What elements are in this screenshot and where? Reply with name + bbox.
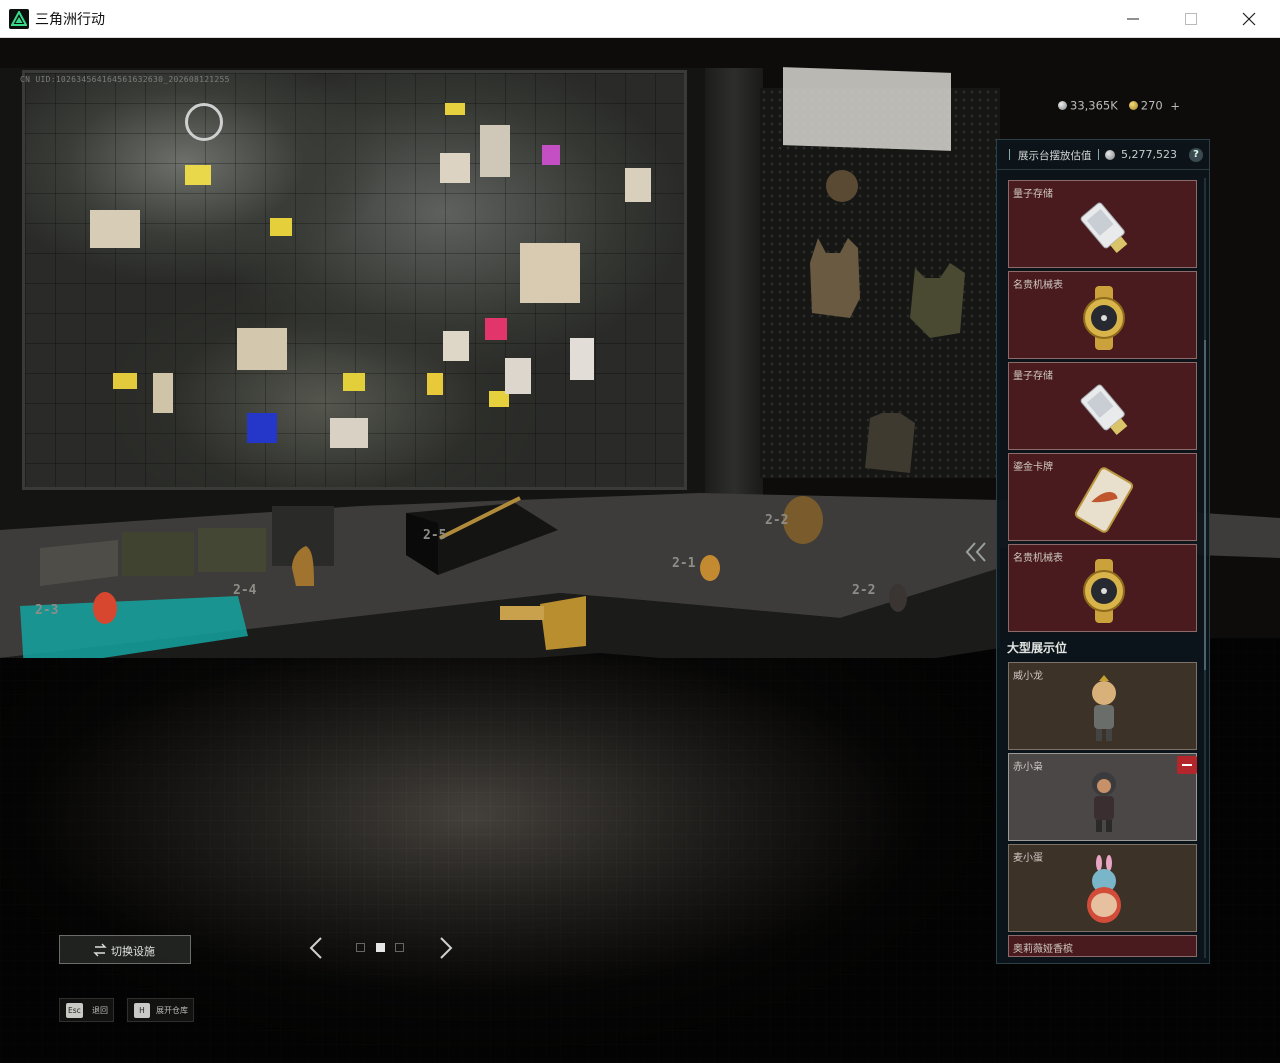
add-currency-button[interactable]: + — [1170, 99, 1180, 113]
minimize-button[interactable] — [1104, 0, 1162, 38]
scrollbar-thumb[interactable] — [1204, 340, 1206, 670]
sticky-note — [113, 373, 137, 389]
window-title: 三角洲行动 — [35, 12, 105, 28]
collapse-panel-icon[interactable] — [962, 538, 990, 566]
pillar — [705, 68, 763, 508]
switch-facility-button[interactable]: 切换设施 — [59, 935, 191, 964]
next-page-button[interactable] — [436, 936, 456, 960]
figure-icon — [1069, 673, 1139, 745]
panel-header: 展示台摆放估值 5,277,523 ? — [997, 140, 1209, 170]
table-slot-label: 2-2 — [765, 513, 789, 528]
usb-drive-icon — [1069, 191, 1139, 263]
chevron-left-icon — [309, 937, 322, 959]
table-slot-label: 2-2 — [852, 583, 876, 598]
sticky-note — [445, 103, 465, 115]
map-photo — [570, 338, 594, 380]
map-photo — [237, 328, 287, 370]
silver-coin-icon — [1105, 150, 1115, 160]
table-slot-label: 2-1 — [672, 556, 696, 571]
slot-name: 名贵机械表 — [1013, 553, 1063, 564]
map-board[interactable] — [22, 70, 687, 490]
panel-title: 展示台摆放估值 — [1018, 150, 1092, 162]
window-title-bar: 三角洲行动 — [0, 0, 1280, 38]
usb-drive-icon — [1069, 373, 1139, 445]
gold-card-icon — [1069, 464, 1139, 536]
display-slot[interactable]: 名贵机械表 — [1008, 544, 1197, 632]
slot-name: 量子存储 — [1013, 371, 1053, 382]
large-display-slot[interactable]: 奥莉薇娅香槟 — [1008, 935, 1197, 957]
chevron-right-icon — [440, 937, 453, 959]
gold-watch-icon — [1069, 555, 1139, 627]
sticky-note — [247, 413, 277, 443]
map-photo — [520, 243, 580, 303]
table-slot-label: 2-5 — [423, 528, 447, 543]
key-cap: H — [134, 1003, 150, 1018]
poster — [783, 67, 951, 151]
map-marker-icon — [185, 103, 223, 141]
page-indicator[interactable] — [356, 943, 365, 952]
sticky-note — [343, 373, 365, 391]
large-display-slot[interactable]: 赤小枭 — [1008, 753, 1197, 841]
key-cap: Esc — [66, 1003, 83, 1018]
figure-egg-icon — [1069, 855, 1139, 927]
app-logo-icon — [9, 9, 29, 29]
slot-name: 名贵机械表 — [1013, 280, 1063, 291]
map-photo — [330, 418, 368, 448]
game-viewport[interactable]: CN UID:102634564164561632630_20260812125… — [0, 38, 1280, 1063]
slot-name: 威小龙 — [1013, 671, 1043, 682]
sticky-note — [270, 218, 292, 236]
slot-name: 量子存储 — [1013, 189, 1053, 200]
map-photo — [625, 168, 651, 202]
large-section-title: 大型展示位 — [1007, 641, 1068, 655]
figure-icon — [1069, 764, 1139, 836]
table-slot-label: 2-4 — [233, 583, 257, 598]
display-slot[interactable]: 名贵机械表 — [1008, 271, 1197, 359]
sticky-note — [185, 165, 211, 185]
map-photo — [443, 331, 469, 361]
sticky-note — [542, 145, 560, 165]
large-display-slot[interactable]: 威小龙 — [1008, 662, 1197, 750]
map-photo — [440, 153, 470, 183]
hint-esc[interactable]: Esc 退回 — [59, 998, 114, 1022]
remove-button[interactable] — [1177, 756, 1197, 774]
gold-watch-icon — [1069, 282, 1139, 354]
map-photo — [480, 125, 510, 177]
display-slot[interactable]: 量子存储 — [1008, 180, 1197, 268]
sticky-note — [427, 373, 443, 395]
slot-name: 奥莉薇娅香槟 — [1013, 944, 1073, 955]
display-slot[interactable]: 量子存储 — [1008, 362, 1197, 450]
page-indicator[interactable] — [395, 943, 404, 952]
slot-name: 麦小蛋 — [1013, 853, 1043, 864]
hint-label: 展开仓库 — [156, 1006, 188, 1015]
panel-value: 5,277,523 — [1121, 148, 1177, 161]
page-indicator-active[interactable] — [376, 943, 385, 952]
silver-coin-icon — [1058, 101, 1067, 110]
hint-warehouse[interactable]: H 展开仓库 — [127, 998, 194, 1022]
prev-page-button[interactable] — [306, 936, 326, 960]
large-display-slot[interactable]: 麦小蛋 — [1008, 844, 1197, 932]
help-icon[interactable]: ? — [1189, 148, 1203, 162]
slot-name: 鎏金卡牌 — [1013, 462, 1053, 473]
switch-facility-label: 切换设施 — [111, 945, 155, 958]
secondary-currency: 270 — [1140, 98, 1163, 113]
map-photo — [505, 358, 531, 394]
maximize-button[interactable] — [1162, 0, 1220, 38]
table-slot-label: 2-3 — [35, 603, 59, 618]
map-photo — [153, 373, 173, 413]
swap-icon — [93, 943, 107, 957]
close-button[interactable] — [1220, 0, 1278, 38]
currency-display: 33,365K 270 + — [1058, 98, 1180, 113]
display-panel: 展示台摆放估值 5,277,523 ? 量子存储 名贵机械表 量子存储 鎏金卡牌… — [996, 139, 1210, 964]
sticky-note — [485, 318, 507, 340]
hint-label: 退回 — [92, 1006, 108, 1015]
primary-currency: 33,365K — [1070, 98, 1118, 113]
player-uid: CN UID:102634564164561632630_20260812125… — [20, 75, 230, 84]
map-photo — [90, 210, 140, 248]
slot-name: 赤小枭 — [1013, 762, 1043, 773]
display-slot[interactable]: 鎏金卡牌 — [1008, 453, 1197, 541]
gold-coin-icon — [1128, 101, 1138, 110]
